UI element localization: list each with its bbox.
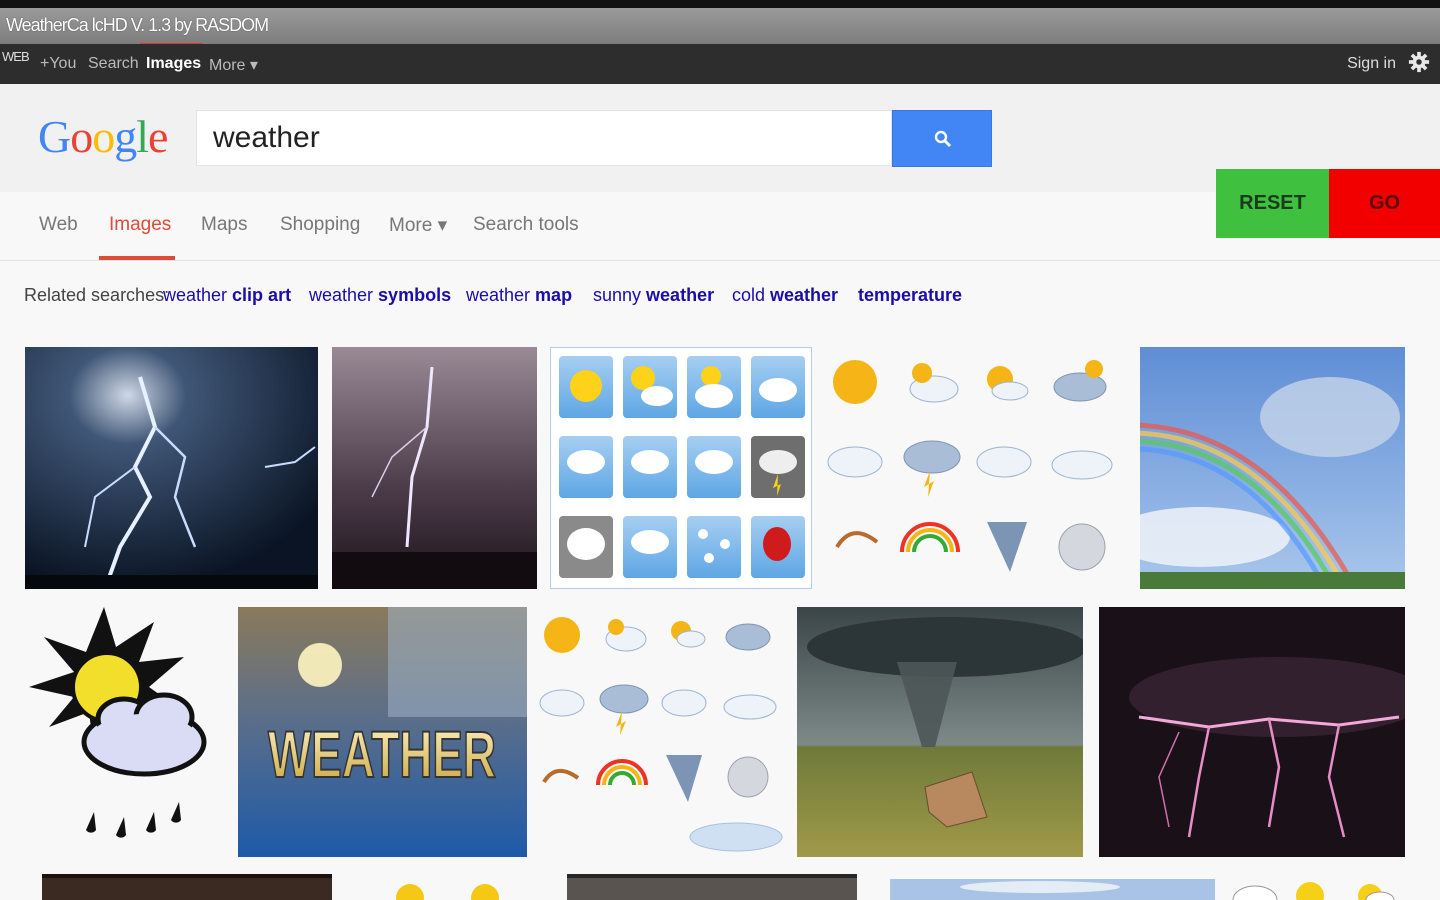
related-link-sunny[interactable]: sunny weather [593,285,714,306]
results-area: Related searches: weather clip art weath… [0,261,1440,900]
google-logo[interactable]: Google [38,110,168,163]
image-result-weather-symbols[interactable] [822,347,1128,589]
reset-button[interactable]: RESET [1216,169,1329,238]
related-link-temperature[interactable]: temperature [858,285,962,306]
related-searches: Related searches: weather clip art weath… [24,285,962,306]
image-result-dark-sky[interactable] [42,874,332,900]
image-result-weather-symbols-2[interactable] [536,607,786,857]
tab-images[interactable]: Images [109,214,171,236]
image-result-rainbow[interactable] [1140,347,1405,589]
related-link-cold[interactable]: cold weather [732,285,838,306]
tab-maps[interactable]: Maps [201,214,247,236]
gbar-item-search[interactable]: Search [88,55,139,73]
go-button[interactable]: GO [1329,169,1440,238]
top-edge [0,0,1440,8]
gbar-item-plus-you[interactable]: +You [40,55,76,73]
tab-shopping[interactable]: Shopping [280,214,360,236]
related-link-map[interactable]: weather map [466,285,572,306]
gear-icon[interactable] [1408,51,1430,73]
image-result-suns[interactable] [375,874,525,900]
image-result-sun-cloud-rain-clipart[interactable] [24,607,224,857]
active-tab-indicator [99,256,175,260]
sign-in-link[interactable]: Sign in [1347,55,1396,73]
search-input[interactable]: weather [196,110,892,166]
gbar-item-images[interactable]: Images [146,55,201,73]
image-result-tornado[interactable] [797,607,1083,857]
image-result-lightning-purple[interactable] [332,347,537,589]
related-link-clip-art[interactable]: weather clip art [163,285,291,306]
web-label: WEB [2,49,30,64]
image-result-blue-sky[interactable] [890,879,1215,900]
search-button[interactable] [892,110,992,167]
image-result-weather-icon-grid[interactable] [550,347,812,589]
image-result-weather-banner[interactable]: WEATHER [238,607,527,857]
tab-search-tools[interactable]: Search tools [473,214,579,236]
image-result-storm-clouds[interactable] [567,874,857,900]
weather-banner-text: WEATHER [268,717,496,791]
tab-web[interactable]: Web [39,214,78,236]
related-link-symbols[interactable]: weather symbols [309,285,451,306]
image-result-weather-icons-3[interactable] [1225,874,1405,900]
image-result-lightning-night[interactable] [1099,607,1405,857]
related-label: Related searches: [24,285,170,305]
search-icon [934,130,952,148]
window-title: WeatherCa lcHD V. 1.3 by RASDOM [6,15,269,35]
image-result-lightning-storm[interactable] [25,347,318,589]
window-titlebar: WeatherCa lcHD V. 1.3 by RASDOM [0,8,1440,46]
gbar-item-more[interactable]: More ▾ [209,55,258,75]
google-black-bar: WEB +You Search Images More ▾ Sign in [0,44,1440,84]
tab-more[interactable]: More ▾ [389,214,447,237]
